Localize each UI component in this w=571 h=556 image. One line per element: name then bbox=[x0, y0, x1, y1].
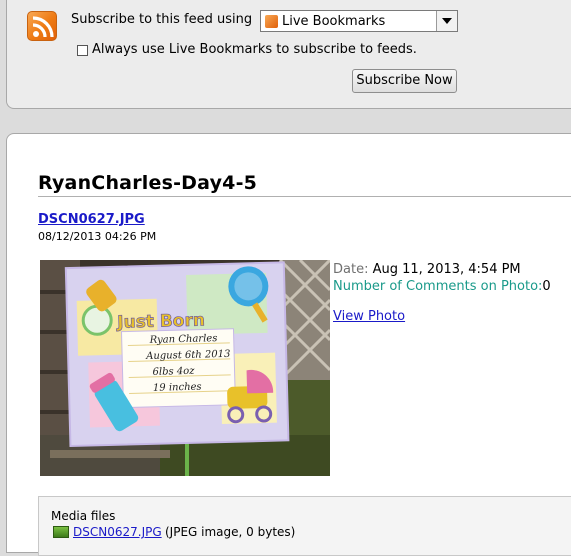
always-use-label[interactable]: Always use Live Bookmarks to subscribe t… bbox=[92, 42, 417, 57]
card-weight: 6lbs 4oz bbox=[152, 366, 195, 378]
title-divider bbox=[38, 196, 571, 197]
entry-title[interactable]: RyanCharles-Day4-5 bbox=[38, 172, 257, 194]
feed-reader-value: Live Bookmarks bbox=[282, 14, 386, 29]
entry-photo[interactable]: Just Born Ryan Charles August 6th 2013 6… bbox=[40, 260, 330, 476]
photo-comments: Number of Comments on Photo:0 bbox=[333, 279, 551, 294]
photo-date-value: Aug 11, 2013, 4:54 PM bbox=[372, 262, 521, 277]
card-name: Ryan Charles bbox=[149, 333, 218, 346]
media-file-desc: (JPEG image, 0 bytes) bbox=[165, 525, 296, 539]
entry-file-link[interactable]: DSCN0627.JPG bbox=[38, 212, 145, 227]
rss-feed-icon bbox=[27, 11, 57, 41]
entry-datetime: 08/12/2013 04:26 PM bbox=[38, 230, 157, 243]
media-file-link[interactable]: DSCN0627.JPG bbox=[73, 525, 162, 539]
view-photo-link[interactable]: View Photo bbox=[333, 309, 405, 324]
subscribe-now-button[interactable]: Subscribe Now bbox=[352, 69, 457, 93]
always-use-checkbox[interactable] bbox=[77, 45, 88, 56]
rss-small-icon bbox=[265, 15, 278, 28]
photo-date: Date: Aug 11, 2013, 4:54 PM bbox=[333, 262, 521, 277]
card-born: August 6th 2013 bbox=[145, 349, 231, 362]
photo-comments-label: Number of Comments on Photo: bbox=[333, 279, 543, 294]
photo-date-label: Date: bbox=[333, 262, 369, 277]
chevron-down-icon[interactable] bbox=[436, 11, 457, 31]
feed-reader-select[interactable]: Live Bookmarks bbox=[260, 10, 458, 32]
photo-comments-count: 0 bbox=[542, 279, 551, 294]
media-files-title: Media files bbox=[51, 509, 116, 523]
image-file-icon bbox=[53, 526, 69, 538]
subscribe-label: Subscribe to this feed using bbox=[71, 12, 253, 27]
card-length: 19 inches bbox=[153, 382, 202, 394]
